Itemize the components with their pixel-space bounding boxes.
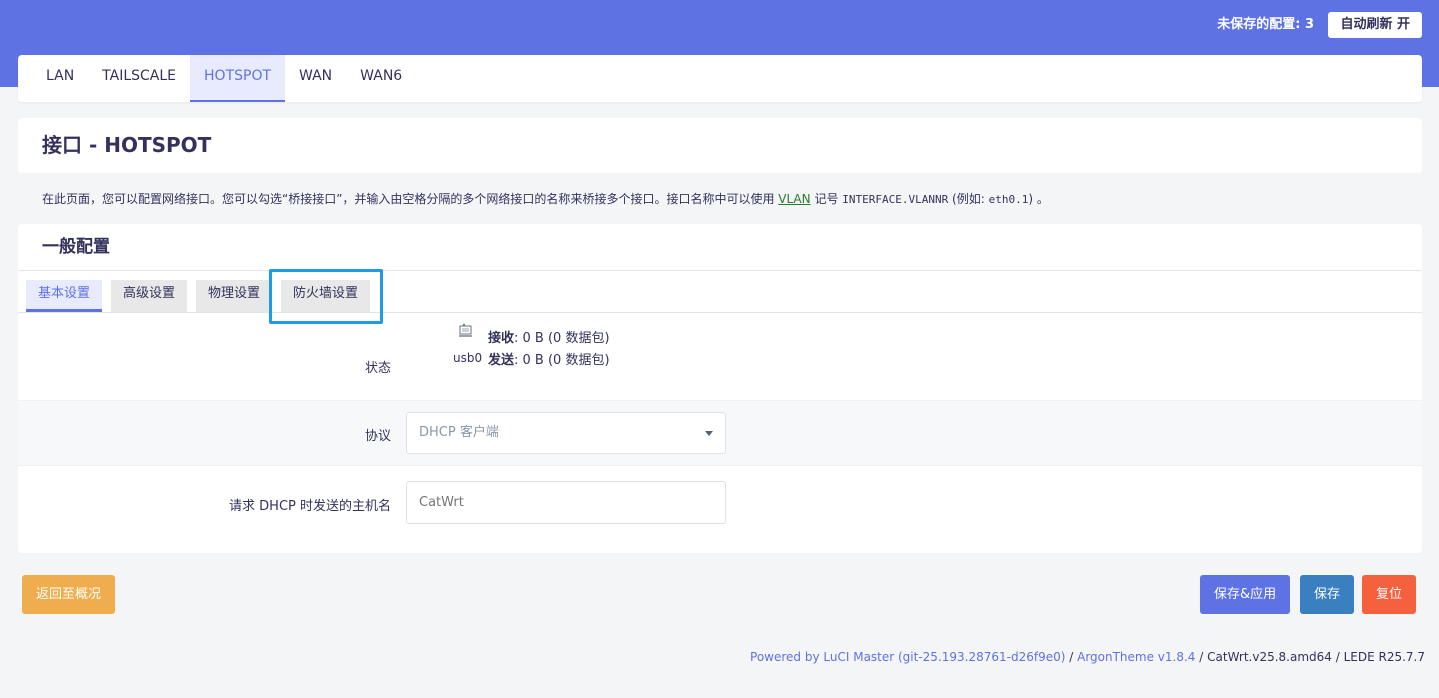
tab-wan[interactable]: WAN (285, 55, 346, 102)
description-text-4: ) 。 (1028, 192, 1049, 206)
tab-lan[interactable]: LAN (18, 55, 88, 102)
subtab-advanced[interactable]: 高级设置 (111, 280, 188, 312)
reset-button[interactable]: 复位 (1362, 575, 1417, 614)
unsaved-changes-link[interactable]: 未保存的配置: 3 (1217, 16, 1314, 34)
subtab-firewall[interactable]: 防火墙设置 (281, 280, 371, 312)
description-text-3: (例如: (948, 192, 989, 206)
caret-down-icon (705, 431, 713, 436)
protocol-label: 协议 (364, 429, 391, 444)
config-subtabs: 基本设置 高级设置 物理设置 防火墙设置 (18, 269, 1422, 324)
status-label: 状态 (364, 361, 391, 376)
hostname-input[interactable] (406, 481, 726, 524)
page-description: 在此页面，您可以配置网络接口。您可以勾选“桥接接口”，并输入由空格分隔的多个网络… (42, 190, 1432, 209)
page-title-card: 接口 - HOTSPOT (18, 118, 1422, 173)
argon-theme-link[interactable]: ArgonTheme v1.8.4 (1077, 650, 1195, 664)
tab-hotspot[interactable]: HOTSPOT (190, 55, 286, 102)
rx-stats: 接收: 0 B (0 数据包) (488, 327, 610, 346)
auto-refresh-toggle[interactable]: 自动刷新 开 (1328, 12, 1422, 38)
description-code-2: eth0.1 (988, 193, 1029, 206)
description-code: INTERFACE.VLANNR (842, 193, 949, 206)
tab-tailscale[interactable]: TAILSCALE (88, 55, 190, 102)
device-name: usb0 (453, 351, 483, 365)
description-text-2: 记号 (810, 192, 843, 206)
back-to-overview-button[interactable]: 返回至概况 (22, 575, 116, 614)
protocol-select[interactable]: DHCP 客户端 (406, 412, 726, 454)
tab-wan6[interactable]: WAN6 (346, 55, 416, 102)
save-apply-button[interactable]: 保存&应用 (1200, 575, 1291, 614)
footer-sep: / (1065, 650, 1078, 664)
rx-label: 接收 (488, 331, 515, 346)
section-title: 一般配置 (42, 237, 110, 257)
general-config-card: 一般配置 基本设置 高级设置 物理设置 防火墙设置 状态 usb0 接收: 0 … (18, 224, 1422, 553)
tx-stats: 发送: 0 B (0 数据包) (488, 349, 610, 368)
protocol-row: 协议 DHCP 客户端 (18, 401, 1422, 466)
subtab-physical[interactable]: 物理设置 (196, 280, 273, 312)
status-row: 状态 usb0 接收: 0 B (0 数据包) 发送: 0 B (0 数据包) (18, 313, 1422, 401)
hostname-row: 请求 DHCP 时发送的主机名 (18, 466, 1422, 542)
network-device-icon (459, 323, 472, 337)
luci-link[interactable]: Powered by LuCI Master (git-25.193.28761… (750, 650, 1065, 664)
hostname-label: 请求 DHCP 时发送的主机名 (229, 499, 391, 514)
tx-value: : 0 B (0 数据包) (514, 353, 610, 368)
interface-tabs: LAN TAILSCALE HOTSPOT WAN WAN6 (18, 55, 1422, 102)
rx-value: : 0 B (0 数据包) (514, 331, 610, 346)
vlan-link[interactable]: VLAN (778, 192, 810, 206)
footer-version: / CatWrt.v25.8.amd64 / LEDE R25.7.7 (1195, 650, 1425, 664)
footer: Powered by LuCI Master (git-25.193.28761… (750, 649, 1425, 665)
subtab-basic[interactable]: 基本设置 (26, 280, 103, 312)
protocol-value: DHCP 客户端 (419, 425, 499, 440)
page-title: 接口 - HOTSPOT (42, 133, 212, 157)
description-text: 在此页面，您可以配置网络接口。您可以勾选“桥接接口”，并输入由空格分隔的多个网络… (42, 192, 779, 206)
save-button[interactable]: 保存 (1300, 575, 1355, 614)
tx-label: 发送 (488, 353, 515, 368)
